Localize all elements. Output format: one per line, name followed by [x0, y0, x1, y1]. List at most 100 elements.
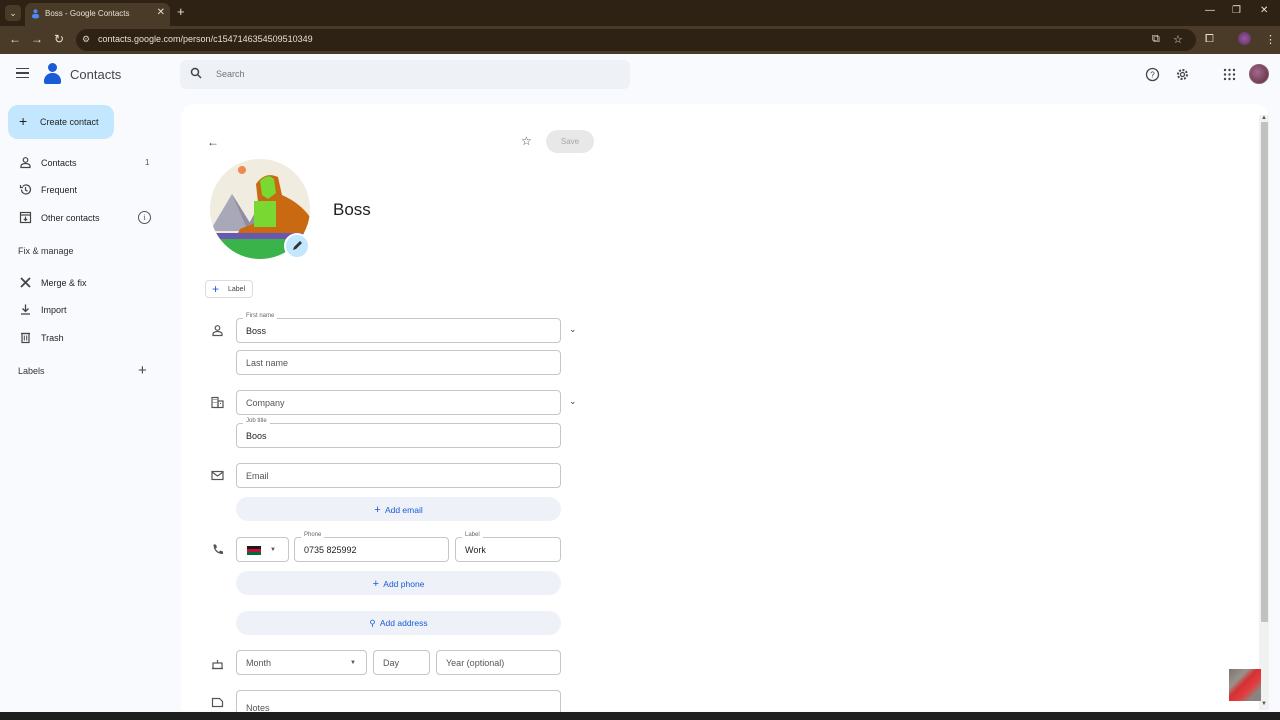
browser-profile-avatar[interactable]: [1238, 32, 1251, 45]
phone-label-field[interactable]: Label Work: [455, 532, 561, 562]
trash-icon: [21, 332, 30, 344]
tab-close-icon[interactable]: ✕: [157, 7, 165, 18]
phone-field[interactable]: Phone 0735 825992: [294, 532, 449, 562]
first-name-value: Boss: [246, 326, 267, 336]
birthday-month-select[interactable]: Month ▼: [236, 650, 367, 675]
window-close-icon[interactable]: ✕: [1260, 5, 1268, 16]
sidebar-item-trash[interactable]: Trash: [0, 325, 165, 351]
browser-menu-icon[interactable]: ⋮: [1265, 33, 1276, 46]
create-contact-button[interactable]: + Create contact: [8, 105, 114, 139]
svg-text:?: ?: [1150, 71, 1155, 80]
sidebar-item-other-contacts[interactable]: Other contacts i: [0, 205, 165, 231]
history-icon: [19, 184, 32, 195]
browser-back-icon[interactable]: ←: [9, 32, 21, 46]
search-input[interactable]: [216, 66, 596, 82]
scroll-down-arrow-icon[interactable]: ▼: [1261, 701, 1267, 707]
add-email-button[interactable]: + Add email: [236, 497, 561, 521]
first-name-field[interactable]: First name Boss: [236, 313, 561, 343]
person-icon: [212, 325, 223, 337]
email-icon: [211, 470, 224, 481]
label-button-text: Label: [228, 286, 246, 293]
video-overlay-thumbnail: [1229, 669, 1261, 701]
minimize-icon[interactable]: —: [1205, 5, 1215, 16]
sidebar-item-import[interactable]: Import: [0, 297, 165, 323]
main-menu-icon[interactable]: [16, 68, 29, 78]
sidebar-item-label: Frequent: [41, 185, 78, 195]
save-button[interactable]: Save: [546, 130, 594, 153]
country-code-select[interactable]: ▼: [236, 537, 289, 562]
sidebar-item-label: Import: [41, 305, 67, 315]
year-placeholder: Year (optional): [446, 658, 505, 668]
google-apps-icon[interactable]: [1222, 67, 1237, 82]
labels-heading: Labels: [18, 366, 45, 376]
add-label-button[interactable]: + Label: [205, 280, 253, 298]
restore-icon[interactable]: ❐: [1232, 5, 1241, 16]
day-placeholder: Day: [383, 658, 400, 668]
create-contact-label: Create contact: [40, 117, 99, 127]
search-bar[interactable]: [180, 60, 630, 89]
sidebar-item-label: Other contacts: [41, 213, 100, 223]
address-bar[interactable]: ⚙ contacts.google.com/person/c1547146354…: [76, 29, 1196, 51]
job-title-label: Job title: [243, 418, 270, 424]
sidebar-item-frequent[interactable]: Frequent: [0, 177, 165, 203]
browser-forward-icon[interactable]: →: [31, 32, 43, 46]
plus-icon: +: [372, 578, 380, 590]
last-name-field[interactable]: Last name: [236, 350, 561, 375]
browser-tab[interactable]: Boss - Google Contacts ✕: [25, 3, 170, 26]
reload-icon[interactable]: ↻: [54, 32, 64, 46]
plus-icon: +: [212, 282, 220, 296]
birthday-day-field[interactable]: Day: [373, 650, 430, 675]
expand-company-chevron-icon[interactable]: ⌄: [569, 396, 577, 407]
scrollbar-thumb[interactable]: [1261, 122, 1268, 622]
site-info-icon[interactable]: ⚙: [82, 34, 94, 46]
app-header: Contacts ?: [0, 54, 1280, 98]
person-icon: [20, 157, 31, 169]
new-tab-button[interactable]: +: [177, 4, 185, 19]
extensions-icon[interactable]: ⧠: [1205, 33, 1214, 46]
browser-tab-strip: ⌄ Boss - Google Contacts ✕ + — ❐ ✕: [0, 0, 1280, 26]
url-text[interactable]: contacts.google.com/person/c154714635450…: [98, 34, 313, 44]
building-icon: [211, 396, 224, 409]
help-icon[interactable]: ?: [1145, 67, 1160, 82]
last-name-placeholder: Last name: [246, 358, 289, 368]
add-address-label: Add address: [379, 618, 428, 628]
tab-search-button[interactable]: ⌄: [5, 5, 21, 21]
birthday-year-field[interactable]: Year (optional): [436, 650, 561, 675]
edit-photo-button[interactable]: [284, 233, 310, 259]
sidebar-item-label: Merge & fix: [41, 278, 87, 288]
job-title-field[interactable]: Job title Boos: [236, 418, 561, 448]
expand-name-chevron-icon[interactable]: ⌄: [569, 324, 577, 335]
contacts-favicon-icon: [31, 9, 40, 19]
info-icon[interactable]: i: [138, 211, 151, 224]
phone-label: Phone: [301, 532, 325, 538]
scroll-up-arrow-icon[interactable]: ▲: [1261, 115, 1267, 121]
favorite-star-icon[interactable]: ☆: [521, 134, 532, 148]
email-field[interactable]: Email: [236, 463, 561, 488]
phone-icon: [213, 544, 223, 554]
add-address-button[interactable]: ⚲ Add address: [236, 611, 561, 635]
sidebar-item-merge-fix[interactable]: Merge & fix: [0, 270, 165, 296]
sidebar-item-contacts[interactable]: Contacts 1: [0, 150, 165, 176]
back-arrow-icon[interactable]: ←: [207, 135, 219, 149]
add-phone-button[interactable]: + Add phone: [236, 571, 561, 595]
sidebar-item-label: Trash: [41, 333, 64, 343]
add-label-icon[interactable]: +: [138, 362, 147, 379]
kenya-flag-icon: [247, 546, 261, 555]
add-email-label: Add email: [384, 505, 423, 515]
email-placeholder: Email: [246, 471, 269, 481]
sidebar-item-label: Contacts: [41, 158, 77, 168]
settings-gear-icon[interactable]: [1175, 67, 1190, 82]
first-name-label: First name: [243, 313, 278, 319]
job-title-value: Boos: [246, 431, 267, 441]
location-pin-icon: ⚲: [369, 618, 376, 628]
tools-icon: [20, 277, 31, 288]
browser-toolbar: ← → ↻ ⚙ contacts.google.com/person/c1547…: [0, 26, 1280, 54]
install-app-icon[interactable]: ⧉: [1152, 33, 1160, 46]
company-field[interactable]: Company: [236, 390, 561, 415]
notes-icon: [211, 697, 224, 708]
dropdown-caret-icon: ▼: [350, 660, 356, 666]
bookmark-star-icon[interactable]: ☆: [1173, 33, 1183, 46]
account-avatar[interactable]: [1249, 64, 1269, 84]
archive-download-icon: [19, 211, 32, 224]
search-icon: [190, 67, 202, 79]
